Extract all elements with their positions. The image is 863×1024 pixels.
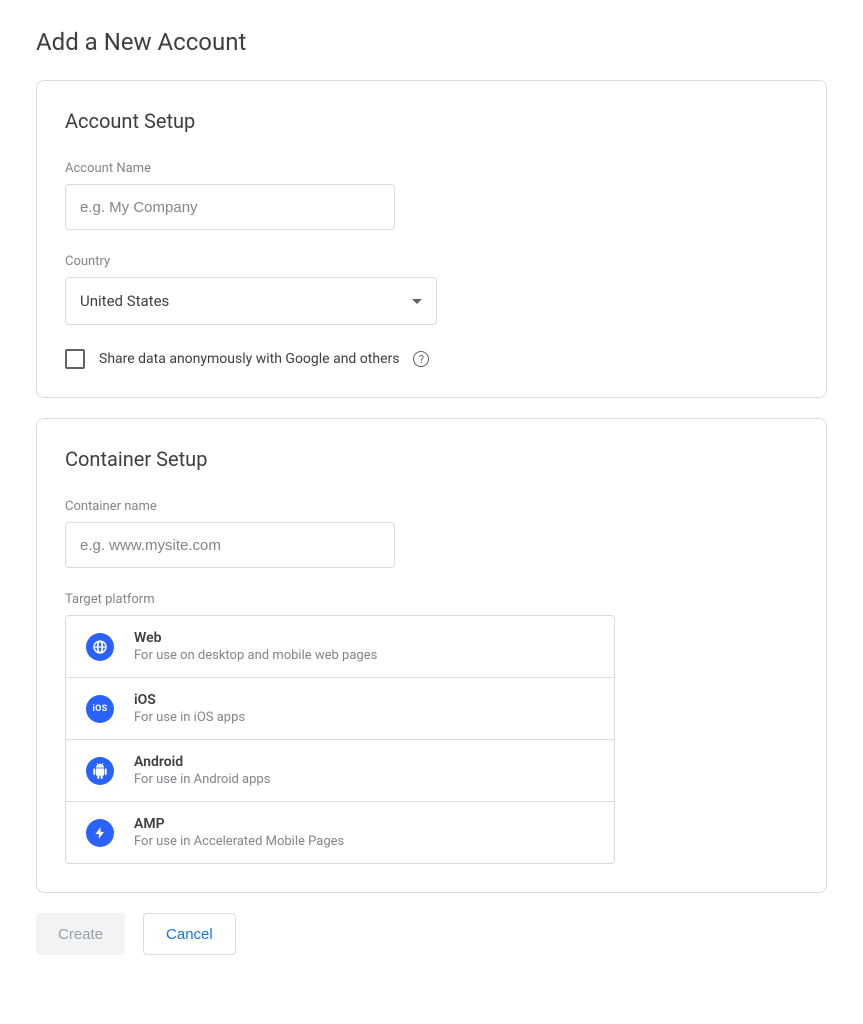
- country-select[interactable]: United States: [65, 277, 437, 325]
- platform-desc: For use on desktop and mobile web pages: [134, 648, 377, 663]
- cancel-button[interactable]: Cancel: [143, 913, 236, 955]
- platform-title: AMP: [134, 816, 344, 832]
- lightning-icon: [86, 819, 114, 847]
- platform-desc: For use in Android apps: [134, 772, 270, 787]
- share-data-checkbox[interactable]: [65, 349, 85, 369]
- container-name-field: Container name: [65, 499, 798, 568]
- platform-title: Web: [134, 630, 377, 646]
- button-row: Create Cancel: [36, 913, 827, 955]
- platform-item-android[interactable]: Android For use in Android apps: [66, 740, 614, 802]
- country-label: Country: [65, 254, 798, 269]
- share-data-row: Share data anonymously with Google and o…: [65, 349, 798, 369]
- account-name-input[interactable]: [65, 184, 395, 230]
- platform-text: AMP For use in Accelerated Mobile Pages: [134, 816, 344, 849]
- page-title: Add a New Account: [36, 28, 827, 56]
- platform-desc: For use in iOS apps: [134, 710, 245, 725]
- create-button[interactable]: Create: [36, 913, 125, 955]
- platform-title: iOS: [134, 692, 245, 708]
- globe-icon: [86, 633, 114, 661]
- android-icon: [86, 757, 114, 785]
- container-setup-heading: Container Setup: [65, 447, 798, 471]
- platform-text: iOS For use in iOS apps: [134, 692, 245, 725]
- platform-item-amp[interactable]: AMP For use in Accelerated Mobile Pages: [66, 802, 614, 863]
- platform-desc: For use in Accelerated Mobile Pages: [134, 834, 344, 849]
- container-setup-card: Container Setup Container name Target pl…: [36, 418, 827, 893]
- platform-item-web[interactable]: Web For use on desktop and mobile web pa…: [66, 616, 614, 678]
- platform-title: Android: [134, 754, 270, 770]
- target-platform-label: Target platform: [65, 592, 798, 607]
- container-name-input[interactable]: [65, 522, 395, 568]
- account-name-field: Account Name: [65, 161, 798, 230]
- platform-text: Web For use on desktop and mobile web pa…: [134, 630, 377, 663]
- platform-text: Android For use in Android apps: [134, 754, 270, 787]
- share-data-label: Share data anonymously with Google and o…: [99, 351, 399, 367]
- account-name-label: Account Name: [65, 161, 798, 176]
- account-setup-heading: Account Setup: [65, 109, 798, 133]
- ios-icon: iOS: [86, 695, 114, 723]
- container-name-label: Container name: [65, 499, 798, 514]
- platform-list: Web For use on desktop and mobile web pa…: [65, 615, 615, 864]
- platform-item-ios[interactable]: iOS iOS For use in iOS apps: [66, 678, 614, 740]
- help-icon[interactable]: ?: [413, 351, 429, 367]
- country-field: Country United States: [65, 254, 798, 325]
- target-platform-field: Target platform Web For use on desktop a…: [65, 592, 798, 864]
- country-value: United States: [80, 292, 169, 310]
- account-setup-card: Account Setup Account Name Country Unite…: [36, 80, 827, 398]
- caret-down-icon: [412, 299, 422, 304]
